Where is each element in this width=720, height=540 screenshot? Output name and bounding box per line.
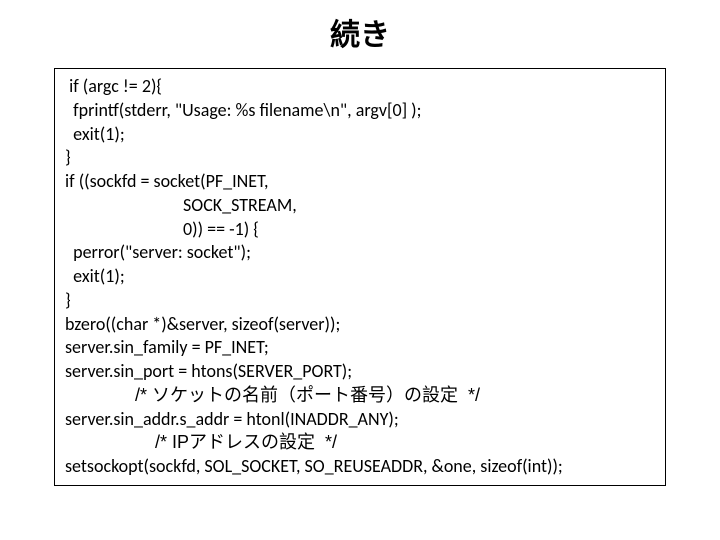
code-line: setsockopt(sockfd, SOL_SOCKET, SO_REUSEA… — [65, 455, 655, 479]
code-comment: /* ソケットの名前（ポート番号）の設定 */ — [65, 384, 655, 408]
code-comment: /* IPアドレスの設定 */ — [65, 431, 655, 455]
code-line: 0)) == -1) { — [65, 218, 655, 242]
code-line: server.sin_family = PF_INET; — [65, 336, 655, 360]
code-line: server.sin_addr.s_addr = htonl(INADDR_AN… — [65, 408, 655, 432]
code-line: if ((sockfd = socket(PF_INET, — [65, 170, 655, 194]
code-line: bzero((char *)&server, sizeof(server)); — [65, 313, 655, 337]
slide-title: 続き — [0, 10, 720, 54]
code-block: if (argc != 2){ fprintf(stderr, "Usage: … — [54, 68, 666, 486]
code-line: perror("server: socket"); — [65, 241, 655, 265]
code-line: exit(1); — [65, 265, 655, 289]
code-line: server.sin_port = htons(SERVER_PORT); — [65, 360, 655, 384]
code-line: if (argc != 2){ — [65, 75, 655, 99]
code-line: fprintf(stderr, "Usage: %s filename\n", … — [65, 99, 655, 123]
slide: 続き if (argc != 2){ fprintf(stderr, "Usag… — [0, 0, 720, 540]
code-line: SOCK_STREAM, — [65, 194, 655, 218]
code-line: exit(1); — [65, 123, 655, 147]
code-line: } — [65, 289, 655, 313]
code-line: } — [65, 146, 655, 170]
